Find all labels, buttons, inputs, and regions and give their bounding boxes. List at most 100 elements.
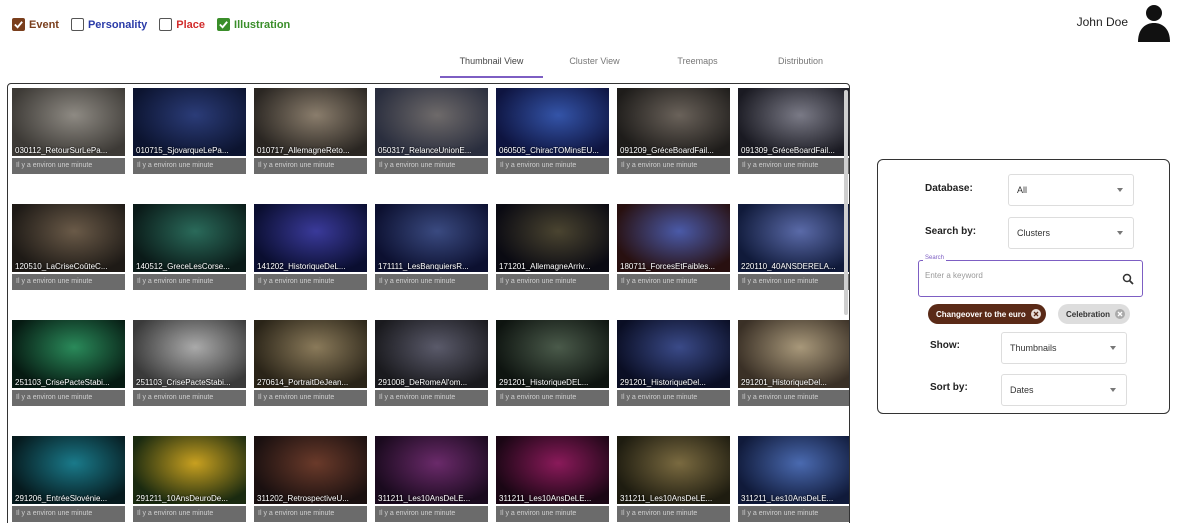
chip-label: Celebration xyxy=(1066,309,1111,319)
thumbnail-card[interactable]: 291201_HistoriqueDel... Il y a environ un… xyxy=(617,320,730,408)
thumbnail-card[interactable]: 251103_CrisePacteStabi... Il y a environ … xyxy=(12,320,125,408)
filter-personality[interactable]: Personality xyxy=(70,18,148,31)
tab-cluster-view[interactable]: Cluster View xyxy=(543,52,646,78)
sort-by-value: Dates xyxy=(1010,385,1034,395)
thumbnail-card[interactable]: 311211_Les10AnsDeLE... Il y a environ une… xyxy=(617,436,730,523)
thumbnail-timestamp: Il y a environ une minute xyxy=(375,390,488,406)
keyword-search-field[interactable]: Search xyxy=(918,255,1143,297)
thumbnail-title: 311211_Les10AnsDeLE... xyxy=(378,494,471,503)
search-by-select[interactable]: Clusters xyxy=(1008,217,1134,249)
thumbnail-card[interactable]: 311211_Les10AnsDeLE... Il y a environ une… xyxy=(496,436,609,523)
thumbnail-card[interactable]: 030112_RetourSurLePa... Il y a environ un… xyxy=(12,88,125,176)
thumbnail-title: 311211_Les10AnsDeLE... xyxy=(741,494,834,503)
checkbox-unchecked-icon[interactable] xyxy=(70,18,84,31)
thumbnail-card[interactable]: 171201_AllemagneArriv... Il y a environ u… xyxy=(496,204,609,292)
checkbox-unchecked-icon[interactable] xyxy=(159,18,173,31)
thumbnail-title: 091309_GréceBoardFail... xyxy=(741,146,835,155)
filter-event[interactable]: Event xyxy=(12,18,59,31)
database-select[interactable]: All xyxy=(1008,174,1134,206)
thumbnail-title: 141202_HistoriqueDeL... xyxy=(257,262,346,271)
remove-chip-icon[interactable] xyxy=(1115,309,1126,319)
thumbnail-card[interactable]: 180711_ForcesEtFaibles... Il y a environ … xyxy=(617,204,730,292)
thumbnail-card[interactable]: 141202_HistoriqueDeL... Il y a environ un… xyxy=(254,204,367,292)
thumbnail-card[interactable]: 311211_Les10AnsDeLE... Il y a environ une… xyxy=(375,436,488,523)
thumbnail-timestamp: Il y a environ une minute xyxy=(133,274,246,290)
thumbnail-title: 220110_40ANSDERELA... xyxy=(741,262,836,271)
search-by-label: Search by: xyxy=(925,226,977,237)
thumbnail-title: 291206_EntréeSlovénie... xyxy=(15,494,108,503)
thumbnail-card[interactable]: 311202_RetrospectiveU... Il y a environ u… xyxy=(254,436,367,523)
filter-event-label: Event xyxy=(29,18,59,31)
thumbnail-title: 291201_HistoriqueDEL... xyxy=(499,378,589,387)
thumbnail-timestamp: Il y a environ une minute xyxy=(12,158,125,174)
sort-by-select[interactable]: Dates xyxy=(1001,374,1127,406)
thumbnail-card[interactable]: 291201_HistoriqueDEL... Il y a environ un… xyxy=(496,320,609,408)
thumbnail-timestamp: Il y a environ une minute xyxy=(617,158,730,174)
search-input[interactable] xyxy=(925,271,1105,280)
thumbnail-card[interactable]: 291206_EntréeSlovénie... Il y a environ u… xyxy=(12,436,125,523)
thumbnail-card[interactable]: 220110_40ANSDERELA... Il y a environ une … xyxy=(738,204,849,292)
thumbnail-title: 060505_ChiracTOMinsEU... xyxy=(499,146,599,155)
thumbnail-title: 010717_AllemagneReto... xyxy=(257,146,350,155)
thumbnail-title: 120510_LaCriseCoûteC... xyxy=(15,262,108,271)
tab-treemaps[interactable]: Treemaps xyxy=(646,52,749,78)
user-silhouette-icon[interactable] xyxy=(1134,2,1174,42)
grid-scrollbar[interactable] xyxy=(844,90,848,315)
tab-distribution[interactable]: Distribution xyxy=(749,52,852,78)
tab-thumbnail-view[interactable]: Thumbnail View xyxy=(440,52,543,78)
user-menu[interactable]: John Doe xyxy=(1077,2,1174,42)
thumbnail-card[interactable]: 251103_CrisePacteStabi... Il y a environ … xyxy=(133,320,246,408)
caret-down-icon xyxy=(1117,231,1123,235)
thumbnail-timestamp: Il y a environ une minute xyxy=(617,506,730,522)
thumbnail-timestamp: Il y a environ une minute xyxy=(133,158,246,174)
thumbnail-card[interactable]: 311211_Les10AnsDeLE... Il y a environ une… xyxy=(738,436,849,523)
thumbnail-card[interactable]: 270614_PortraitDeJean... Il y a environ u… xyxy=(254,320,367,408)
thumbnail-title: 291211_10AnsDeuroDe... xyxy=(136,494,228,503)
checkbox-checked-icon[interactable] xyxy=(217,18,231,31)
thumbnail-timestamp: Il y a environ une minute xyxy=(738,390,849,406)
filter-place[interactable]: Place xyxy=(159,18,205,31)
thumbnail-timestamp: Il y a environ une minute xyxy=(133,506,246,522)
thumbnail-card[interactable]: 050317_RelanceUnionE... Il y a environ un… xyxy=(375,88,488,176)
thumbnail-timestamp: Il y a environ une minute xyxy=(738,506,849,522)
thumbnail-card[interactable]: 060505_ChiracTOMinsEU... Il y a environ u… xyxy=(496,88,609,176)
thumbnail-title: 311211_Les10AnsDeLE... xyxy=(620,494,713,503)
show-select[interactable]: Thumbnails xyxy=(1001,332,1127,364)
thumbnail-card[interactable]: 291201_HistoriqueDel... Il y a environ un… xyxy=(738,320,849,408)
thumbnail-card[interactable]: 291008_DeRomeAl'om... Il y a environ une … xyxy=(375,320,488,408)
chip-changeover-to-the-euro[interactable]: Changeover to the euro xyxy=(928,304,1046,324)
thumbnail-card[interactable]: 010717_AllemagneReto... Il y a environ un… xyxy=(254,88,367,176)
caret-down-icon xyxy=(1110,346,1116,350)
thumbnail-title: 311211_Les10AnsDeLE... xyxy=(499,494,592,503)
thumbnail-card[interactable]: 120510_LaCriseCoûteC... Il y a environ un… xyxy=(12,204,125,292)
thumbnail-title: 270614_PortraitDeJean... xyxy=(257,378,349,387)
chip-label: Changeover to the euro xyxy=(936,309,1026,319)
sort-by-label: Sort by: xyxy=(930,382,968,393)
thumbnail-timestamp: Il y a environ une minute xyxy=(617,274,730,290)
thumbnail-timestamp: Il y a environ une minute xyxy=(375,274,488,290)
thumbnail-timestamp: Il y a environ une minute xyxy=(738,158,849,174)
remove-chip-icon[interactable] xyxy=(1030,309,1041,319)
thumbnail-card[interactable]: 010715_SjovarqueLePa... Il y a environ un… xyxy=(133,88,246,176)
thumbnail-timestamp: Il y a environ une minute xyxy=(254,506,367,522)
thumbnail-title: 171201_AllemagneArriv... xyxy=(499,262,591,271)
search-legend: Search xyxy=(923,255,947,261)
thumbnail-timestamp: Il y a environ une minute xyxy=(617,390,730,406)
thumbnail-card[interactable]: 091309_GréceBoardFail... Il y a environ u… xyxy=(738,88,849,176)
filter-personality-label: Personality xyxy=(87,18,148,31)
thumbnail-title: 171111_LesBanquiersR... xyxy=(378,262,469,271)
chip-celebration[interactable]: Celebration xyxy=(1058,304,1131,324)
thumbnail-card[interactable]: 171111_LesBanquiersR... Il y a environ un… xyxy=(375,204,488,292)
thumbnail-timestamp: Il y a environ une minute xyxy=(133,390,246,406)
thumbnail-timestamp: Il y a environ une minute xyxy=(375,506,488,522)
thumbnail-timestamp: Il y a environ une minute xyxy=(254,274,367,290)
checkbox-checked-icon[interactable] xyxy=(12,18,25,31)
thumbnail-timestamp: Il y a environ une minute xyxy=(254,158,367,174)
thumbnail-card[interactable]: 291211_10AnsDeuroDe... Il y a environ une… xyxy=(133,436,246,523)
search-icon[interactable] xyxy=(1122,273,1134,285)
thumbnail-card[interactable]: 091209_GréceBoardFail... Il y a environ u… xyxy=(617,88,730,176)
thumbnail-card[interactable]: 140512_GreceLesCorse... Il y a environ un… xyxy=(133,204,246,292)
search-panel: Database: All Search by: Clusters Search… xyxy=(877,159,1170,414)
thumbnail-grid-panel: 030112_RetourSurLePa... Il y a environ un… xyxy=(7,83,850,523)
filter-illustration[interactable]: Illustration xyxy=(217,18,290,31)
